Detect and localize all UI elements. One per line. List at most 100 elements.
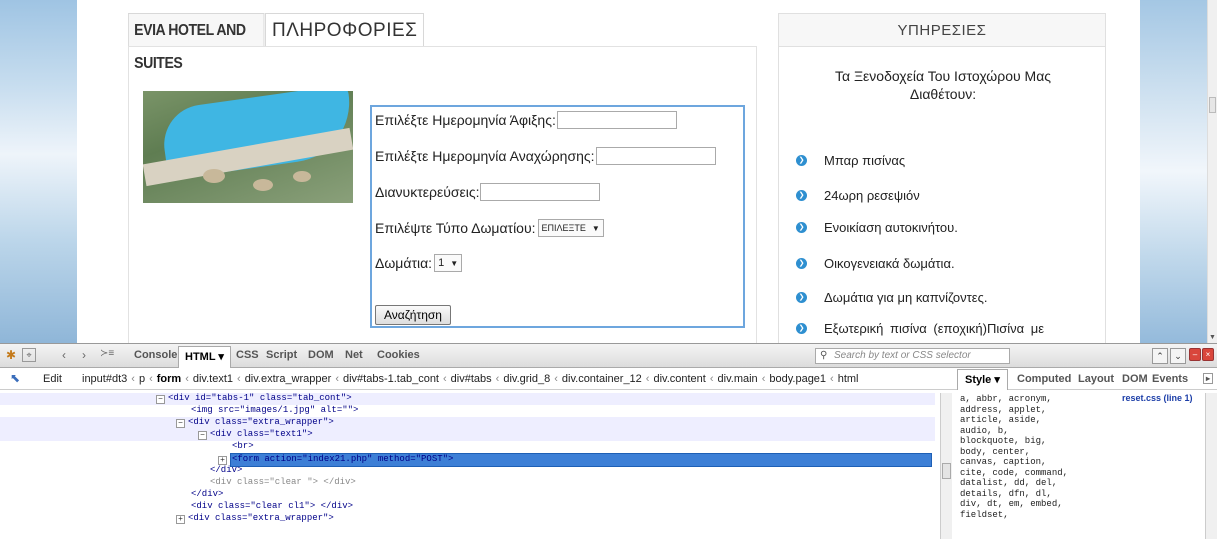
- tab-script[interactable]: Script: [266, 349, 297, 361]
- tab-css[interactable]: CSS: [236, 349, 259, 361]
- tree-node[interactable]: <br>: [232, 441, 254, 453]
- inspect-pointer-icon[interactable]: ⬉: [10, 371, 20, 385]
- tree-node[interactable]: − <div id="tabs-1" class="tab_cont">: [156, 393, 352, 405]
- minimize-icon[interactable]: –: [1189, 348, 1201, 361]
- more-tabs-icon[interactable]: ▸: [1203, 373, 1214, 384]
- tree-node[interactable]: <div class="clear "> </div>: [210, 477, 356, 489]
- nights-row: Διανυκτερεύσεις:: [375, 183, 601, 201]
- breadcrumb-item[interactable]: div.container_12: [562, 373, 642, 385]
- service-label: Οικογενειακά δωμάτια.: [824, 256, 955, 271]
- scrollbar-grip[interactable]: [1209, 97, 1216, 113]
- firebug-panel: ✱ ⌖ ‹ › ≻≡ Console HTML ▾ CSS Script DOM…: [0, 343, 1217, 539]
- service-item: ❯ Ενοικίαση αυτοκινήτου.: [796, 220, 958, 235]
- close-icon[interactable]: ×: [1202, 348, 1214, 361]
- tab-console[interactable]: Console: [134, 349, 177, 361]
- service-label: Ενοικίαση αυτοκινήτου.: [824, 220, 958, 235]
- style-scrollbar[interactable]: [1205, 393, 1217, 539]
- tree-node[interactable]: <div class="clear cl1"> </div>: [191, 501, 353, 513]
- tab-cookies[interactable]: Cookies: [377, 349, 420, 361]
- tab-net[interactable]: Net: [345, 349, 363, 361]
- tree-node[interactable]: <img src="images/1.jpg" alt="">: [191, 405, 358, 417]
- css-selector-line: canvas, caption,: [960, 457, 1047, 467]
- departure-date-input[interactable]: [595, 147, 716, 165]
- nights-label: Διανυκτερεύσεις:: [375, 184, 480, 200]
- breadcrumb-separator: ‹: [709, 373, 714, 385]
- tree-scrollbar[interactable]: [940, 393, 952, 539]
- forward-icon[interactable]: ›: [82, 348, 86, 362]
- breadcrumb-item[interactable]: div.extra_wrapper: [245, 373, 332, 385]
- tab-events[interactable]: Events: [1152, 373, 1188, 385]
- breadcrumb-item[interactable]: input#dt3: [82, 373, 127, 385]
- breadcrumb-item[interactable]: body.page1: [769, 373, 826, 385]
- css-selector-line: details, dfn, dl,: [960, 488, 1052, 499]
- service-label: Δωμάτια για μη καπνίζοντες.: [824, 290, 988, 305]
- service-item: ❯ 24ωρη ρεσεψιόν: [796, 188, 920, 203]
- tab-dom[interactable]: DOM: [308, 349, 334, 361]
- service-label: Μπαρ πισίνας: [824, 153, 906, 168]
- breadcrumb-separator: ‹: [131, 373, 135, 385]
- search-input[interactable]: ⚲ Search by text or CSS selector: [815, 348, 1010, 364]
- breadcrumb-item[interactable]: form: [157, 373, 181, 385]
- tab-info[interactable]: ΠΛΗΡΟΦΟΡΙΕΣ: [265, 13, 425, 46]
- scroll-down-icon[interactable]: ▼: [1209, 334, 1216, 341]
- page-scrollbar[interactable]: ▼: [1207, 0, 1217, 343]
- inspect-icon[interactable]: ⌖: [22, 348, 36, 362]
- arrival-label: Επιλέξτε Ημερομηνία Άφιξης:: [375, 112, 556, 128]
- side-panel-tabs: Style ▾ Computed Layout DOM Events ▸: [957, 368, 1217, 390]
- arrival-date-input[interactable]: [556, 111, 677, 129]
- rule-source-link[interactable]: reset.css (line 1): [1122, 393, 1193, 404]
- chevron-down-icon: ▼: [450, 259, 459, 268]
- prev-match-icon[interactable]: ⌃: [1152, 348, 1168, 364]
- css-selector-line: cite, code, command,: [960, 467, 1069, 478]
- tree-node[interactable]: </div>: [191, 489, 223, 501]
- tab-computed[interactable]: Computed: [1017, 373, 1071, 385]
- css-selector-line: body, center,: [960, 446, 1031, 457]
- bullet-arrow-icon: ❯: [796, 258, 807, 269]
- tree-node[interactable]: </div>: [210, 465, 242, 477]
- breadcrumb-item[interactable]: div#tabs-1.tab_cont: [343, 373, 439, 385]
- breadcrumb-separator: ‹: [645, 373, 650, 385]
- breadcrumb-item[interactable]: div#tabs: [451, 373, 492, 385]
- breadcrumb-separator: ‹: [335, 373, 339, 385]
- bullet-arrow-icon: ❯: [796, 323, 807, 334]
- command-line-icon[interactable]: ≻≡: [100, 348, 114, 359]
- tree-node[interactable]: + <div class="extra_wrapper">: [176, 513, 334, 525]
- bullet-arrow-icon: ❯: [796, 292, 807, 303]
- services-intro: Τα Ξενοδοχεία Του Ιστοχώρου Μας Διαθέτου…: [834, 68, 1052, 102]
- tree-node-selected[interactable]: + <form action="index21.php" method="POST…: [218, 453, 932, 467]
- tab-style[interactable]: Style ▾: [957, 369, 1008, 390]
- tab-hotel[interactable]: EVIA HOTEL AND SUITES: [128, 13, 265, 72]
- breadcrumb-item[interactable]: div.main: [718, 373, 758, 385]
- nights-input[interactable]: [480, 183, 601, 201]
- service-item: ❯ Δωμάτια για μη καπνίζοντες.: [796, 290, 987, 305]
- breadcrumb-separator: ‹: [554, 373, 558, 385]
- css-selector-line: address, applet,: [960, 404, 1047, 415]
- breadcrumb-item[interactable]: div.content: [653, 373, 705, 385]
- departure-label: Επιλέξτε Ημερομηνία Αναχώρησης:: [375, 148, 595, 164]
- tab-content: Επιλέξτε Ημερομηνία Άφιξης: Επιλέξτε Ημε…: [128, 46, 757, 343]
- edit-button[interactable]: Edit: [43, 373, 62, 385]
- firebug-icon[interactable]: ✱: [6, 348, 16, 362]
- back-icon[interactable]: ‹: [62, 348, 66, 362]
- next-match-icon[interactable]: ⌄: [1170, 348, 1186, 364]
- breadcrumb-item[interactable]: html: [838, 373, 859, 385]
- rooms-label: Δωμάτια:: [375, 255, 433, 271]
- firebug-toolbar: ✱ ⌖ ‹ › ≻≡ Console HTML ▾ CSS Script DOM…: [0, 344, 1217, 368]
- service-item: ❯ Μπαρ πισίνας: [796, 153, 905, 168]
- css-selector-line: a, abbr, acronym,: [960, 394, 1052, 404]
- tab-dom-side[interactable]: DOM: [1122, 373, 1148, 385]
- breadcrumb-item[interactable]: div.grid_8: [503, 373, 550, 385]
- css-selector-line: audio, b,: [960, 425, 1009, 436]
- breadcrumb-item[interactable]: div.text1: [193, 373, 233, 385]
- breadcrumb-item[interactable]: p: [139, 373, 145, 385]
- breadcrumb-separator: ‹: [495, 373, 500, 385]
- tree-node[interactable]: − <div class="text1">: [198, 429, 313, 441]
- tab-layout[interactable]: Layout: [1078, 373, 1114, 385]
- rooms-select[interactable]: 1 ▼: [434, 254, 463, 272]
- tree-node[interactable]: − <div class="extra_wrapper">: [176, 417, 334, 429]
- tab-html[interactable]: HTML ▾: [178, 346, 231, 368]
- booking-form: Επιλέξτε Ημερομηνία Άφιξης: Επιλέξτε Ημε…: [370, 105, 745, 328]
- search-button[interactable]: Αναζήτηση: [375, 305, 451, 325]
- bullet-arrow-icon: ❯: [796, 155, 807, 166]
- room-type-select[interactable]: ΕΠΙΛΕΞΤΕ ▼: [537, 219, 604, 237]
